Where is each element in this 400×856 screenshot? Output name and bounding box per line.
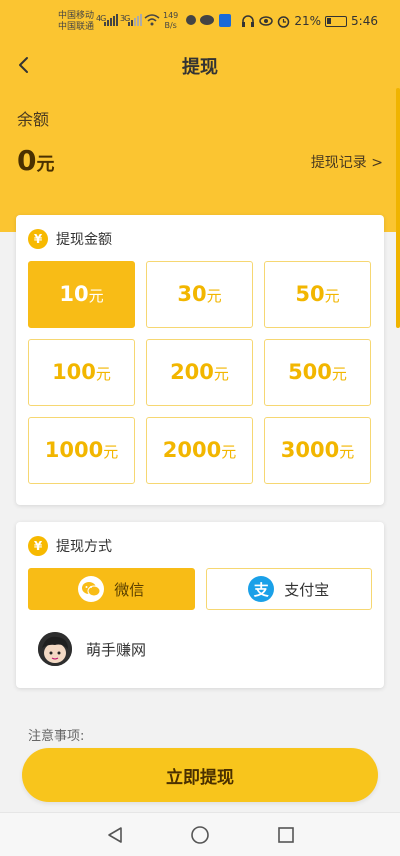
wechat-label: 微信	[114, 580, 145, 599]
net-speed-value: 149	[163, 11, 179, 20]
amount-number: 500	[288, 360, 332, 384]
net-speed: 149 B/s	[163, 11, 178, 31]
notification-icons	[186, 14, 231, 27]
signal-2-icon	[128, 14, 142, 26]
sys-recent-icon	[278, 827, 294, 843]
amount-option-100[interactable]: 100 元	[28, 339, 135, 406]
eye-icon	[259, 16, 274, 26]
carrier-names: 中国移动 中国联通	[58, 11, 94, 33]
balance-unit: 元	[36, 154, 55, 175]
amount-option-1000[interactable]: 1000 元	[28, 417, 135, 484]
method-card: ¥ 提现方式 微信 支 支付宝 萌手赚网	[16, 522, 384, 688]
wechat-icon	[78, 576, 105, 602]
carrier-1: 中国移动	[58, 11, 95, 21]
method-section-header: ¥ 提现方式	[28, 536, 112, 556]
status-bar: 中国移动 中国联通 4G 3G 149 B/s 21% 5:46	[0, 0, 400, 44]
balance-amount: 0元	[17, 144, 54, 177]
amount-unit: 元	[324, 287, 340, 305]
amount-number: 2000	[162, 438, 222, 462]
amount-unit: 元	[95, 365, 111, 383]
alipay-icon: 支	[248, 576, 275, 602]
amount-unit: 元	[103, 443, 119, 461]
amount-number: 3000	[280, 438, 340, 462]
amount-section-header: ¥ 提现金额	[28, 229, 112, 249]
sys-back-button[interactable]	[103, 823, 127, 847]
account-row[interactable]: 萌手赚网	[38, 632, 146, 666]
status-icons-right: 21% 5:46	[241, 14, 378, 28]
balance-number: 0	[17, 144, 37, 177]
nav-bar: 提现	[0, 44, 400, 88]
amount-option-500[interactable]: 500 元	[264, 339, 371, 406]
amount-number: 50	[295, 282, 325, 306]
avatar	[38, 632, 72, 666]
amount-number: 10	[59, 282, 89, 306]
amount-option-30[interactable]: 30 元	[146, 261, 253, 328]
amount-number: 100	[52, 360, 96, 384]
battery-percent: 21%	[294, 14, 322, 28]
amount-unit: 元	[213, 365, 229, 383]
amount-unit: 元	[206, 287, 222, 305]
system-nav-bar	[0, 812, 400, 856]
yen-icon: ¥	[28, 229, 48, 249]
amount-section-title: 提现金额	[56, 232, 112, 248]
amount-option-2000[interactable]: 2000 元	[146, 417, 253, 484]
sys-recent-button[interactable]	[274, 823, 298, 847]
amount-unit: 元	[331, 365, 347, 383]
carrier-2: 中国联通	[58, 22, 95, 32]
sys-home-icon	[191, 826, 209, 844]
alipay-option[interactable]: 支 支付宝	[205, 568, 372, 610]
headphones-icon	[242, 15, 255, 27]
amount-unit: 元	[88, 287, 104, 305]
amount-number: 200	[170, 360, 214, 384]
wifi-icon	[144, 14, 160, 26]
amount-unit: 元	[221, 443, 237, 461]
method-section-title: 提现方式	[56, 539, 112, 555]
wechat-option[interactable]: 微信	[28, 568, 195, 610]
battery-icon	[325, 15, 348, 27]
amount-option-50[interactable]: 50 元	[264, 261, 371, 328]
scrollbar[interactable]	[396, 88, 400, 328]
balance-label: 余额	[17, 110, 50, 129]
amount-option-10[interactable]: 10 元	[28, 261, 135, 328]
page-title: 提现	[182, 57, 218, 78]
alipay-label: 支付宝	[284, 580, 330, 599]
notes-label: 注意事项:	[28, 729, 85, 744]
withdraw-records-link[interactable]: 提现记录 >	[311, 152, 383, 172]
amount-number: 30	[177, 282, 207, 306]
net-speed-unit: B/s	[164, 21, 177, 30]
signal-1-icon	[104, 14, 118, 26]
amount-number: 1000	[44, 438, 104, 462]
account-name: 萌手赚网	[86, 640, 147, 659]
method-options: 微信 支 支付宝	[28, 568, 372, 610]
alarm-icon	[278, 15, 290, 28]
amount-card: ¥ 提现金额 10 元 30 元 50 元 100 元 200 元 500 元 1000 元 2000 元 30…	[16, 215, 384, 505]
withdraw-now-button[interactable]: 立即提现	[22, 748, 378, 802]
amount-unit: 元	[339, 443, 355, 461]
sys-home-button[interactable]	[188, 823, 212, 847]
amount-option-3000[interactable]: 3000 元	[264, 417, 371, 484]
amount-options: 10 元 30 元 50 元 100 元 200 元 500 元 1000 元 2000 元 3000 元	[28, 261, 372, 484]
amount-option-200[interactable]: 200 元	[146, 339, 253, 406]
yen-icon: ¥	[28, 536, 48, 556]
clock-time: 5:46	[351, 14, 378, 28]
sys-back-icon	[108, 827, 122, 843]
